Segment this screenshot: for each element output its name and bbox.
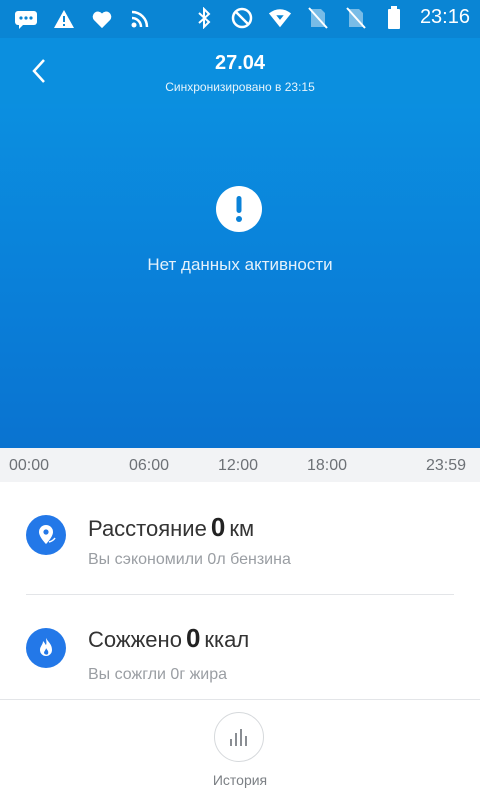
calories-label: Сожжено — [88, 627, 182, 652]
calories-card[interactable]: Сожжено 0 ккал Вы сожгли 0г жира — [0, 596, 480, 708]
clock: 23:16 — [419, 6, 470, 28]
no-sim-icon — [306, 6, 330, 29]
time-label: 23:59 — [426, 457, 467, 474]
distance-card[interactable]: Расстояние 0 км Вы сэкономили 0л бензина — [0, 482, 480, 594]
time-axis: 00:00 06:00 12:00 18:00 23:59 — [0, 448, 480, 482]
rss-icon — [128, 8, 152, 30]
flame-icon — [26, 628, 66, 668]
page-title: 27.04 — [214, 52, 266, 74]
history-button[interactable] — [214, 712, 264, 762]
chat-icon — [14, 8, 38, 30]
status-bar: 23:16 — [0, 0, 480, 38]
distance-subtitle: Вы сэкономили 0л бензина — [88, 551, 291, 568]
distance-value: 0 — [210, 512, 226, 542]
battery-icon — [382, 5, 406, 29]
card-divider — [26, 594, 454, 595]
alert-icon — [216, 186, 262, 232]
time-label: 12:00 — [218, 457, 259, 474]
bar-chart-icon — [230, 729, 247, 746]
time-label: 00:00 — [9, 457, 50, 474]
wifi-icon — [268, 7, 292, 29]
do-not-disturb-icon — [230, 7, 254, 29]
warning-icon — [52, 8, 76, 30]
calories-value: 0 — [185, 623, 201, 653]
bluetooth-icon — [192, 6, 216, 29]
distance-label: Расстояние — [88, 516, 207, 541]
empty-state-message: Нет данных активности — [147, 255, 333, 274]
distance-title: Расстояние 0 км — [88, 512, 254, 543]
distance-unit: км — [229, 516, 255, 541]
app-header: 27.04 Синхронизировано в 23:15 — [0, 38, 480, 104]
calories-subtitle: Вы сожгли 0г жира — [88, 666, 228, 683]
heart-icon — [90, 8, 114, 30]
calories-unit: ккал — [204, 627, 250, 652]
time-label: 18:00 — [307, 457, 348, 474]
time-label: 06:00 — [129, 457, 170, 474]
sync-status: Синхронизировано в 23:15 — [165, 80, 315, 94]
location-icon — [26, 515, 66, 555]
history-label: История — [212, 772, 268, 788]
calories-title: Сожжено 0 ккал — [88, 623, 249, 654]
bottom-divider — [0, 699, 480, 700]
activity-chart-area: Нет данных активности — [0, 104, 480, 448]
no-sim-icon — [344, 6, 368, 29]
